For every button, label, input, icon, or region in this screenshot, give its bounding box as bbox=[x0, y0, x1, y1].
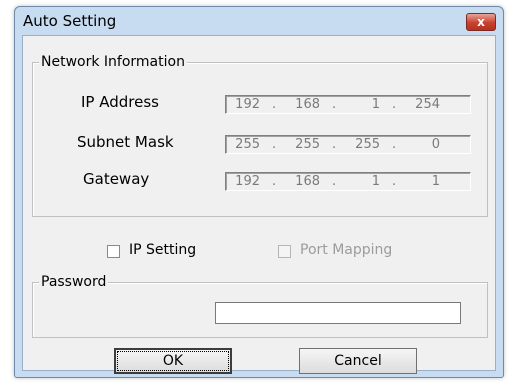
ok-button[interactable]: OK bbox=[114, 348, 232, 374]
gateway-separator: . bbox=[392, 174, 397, 189]
ip-address-field[interactable]: 192 . 168 . 1 . 254 bbox=[225, 95, 471, 114]
subnet-separator: . bbox=[272, 137, 277, 152]
close-icon: x bbox=[477, 15, 485, 29]
network-information-group: Network Information IP Address 192 . 168… bbox=[32, 53, 488, 217]
password-input[interactable] bbox=[215, 302, 461, 324]
ip-separator: . bbox=[392, 97, 397, 112]
gateway-separator: . bbox=[272, 174, 277, 189]
gateway-separator: . bbox=[332, 174, 337, 189]
port-mapping-label: Port Mapping bbox=[300, 242, 393, 258]
gateway-octet-1: 192 bbox=[235, 174, 260, 189]
dialog-body: Network Information IP Address 192 . 168… bbox=[22, 35, 496, 374]
subnet-separator: . bbox=[332, 137, 337, 152]
ip-octet-2: 168 bbox=[295, 97, 320, 112]
password-group-label: Password bbox=[39, 273, 109, 291]
network-information-label: Network Information bbox=[39, 53, 187, 71]
subnet-octet-1: 255 bbox=[235, 137, 260, 152]
window-title: Auto Setting bbox=[23, 12, 117, 30]
subnet-octet-4: 0 bbox=[431, 137, 440, 152]
gateway-octet-2: 168 bbox=[295, 174, 320, 189]
ip-separator: . bbox=[332, 97, 337, 112]
ip-octet-4: 254 bbox=[415, 97, 440, 112]
auto-setting-dialog: Auto Setting x Network Information IP Ad… bbox=[14, 6, 504, 378]
subnet-octet-3: 255 bbox=[355, 137, 380, 152]
subnet-mask-field[interactable]: 255 . 255 . 255 . 0 bbox=[225, 135, 471, 154]
close-button[interactable]: x bbox=[466, 13, 496, 31]
subnet-separator: . bbox=[392, 137, 397, 152]
ip-octet-3: 1 bbox=[371, 97, 380, 112]
gateway-octet-4: 1 bbox=[431, 174, 440, 189]
gateway-field[interactable]: 192 . 168 . 1 . 1 bbox=[225, 172, 471, 191]
subnet-mask-label: Subnet Mask bbox=[77, 133, 174, 151]
gateway-octet-3: 1 bbox=[371, 174, 380, 189]
port-mapping-checkbox bbox=[278, 245, 291, 258]
ip-setting-checkbox[interactable] bbox=[107, 245, 120, 258]
cancel-button[interactable]: Cancel bbox=[299, 348, 417, 374]
ip-setting-label[interactable]: IP Setting bbox=[129, 242, 196, 258]
title-bar[interactable]: Auto Setting x bbox=[15, 7, 503, 35]
ip-octet-1: 192 bbox=[235, 97, 260, 112]
subnet-octet-2: 255 bbox=[295, 137, 320, 152]
gateway-label: Gateway bbox=[83, 170, 150, 188]
ip-address-label: IP Address bbox=[81, 93, 159, 111]
ip-separator: . bbox=[272, 97, 277, 112]
